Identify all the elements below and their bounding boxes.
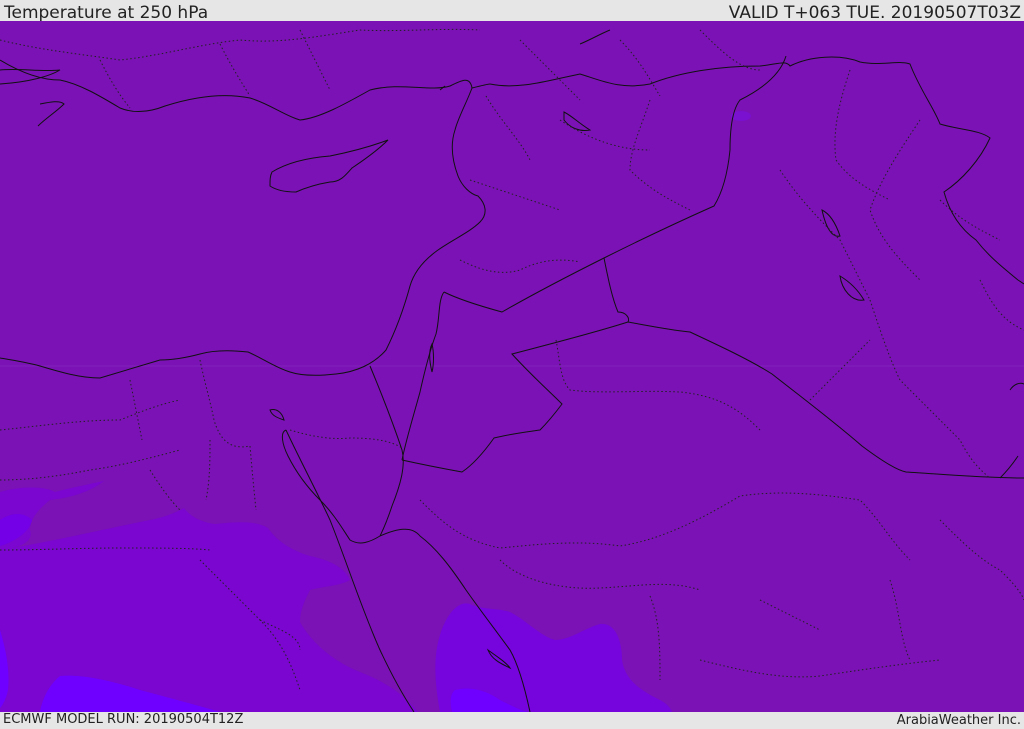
map-title: Temperature at 250 hPa: [4, 3, 209, 23]
brand-label: ArabiaWeather Inc.: [896, 713, 1021, 728]
header-bar: Temperature at 250 hPa VALID T+063 TUE. …: [0, 0, 1024, 23]
weather-map[interactable]: [0, 21, 1024, 713]
map-canvas: [0, 21, 1024, 713]
valid-time: VALID T+063 TUE. 20190507T03Z: [728, 3, 1021, 23]
footer-bar: ECMWF MODEL RUN: 20190504T12Z ArabiaWeat…: [0, 712, 1024, 729]
model-run-label: ECMWF MODEL RUN: 20190504T12Z: [3, 712, 244, 727]
